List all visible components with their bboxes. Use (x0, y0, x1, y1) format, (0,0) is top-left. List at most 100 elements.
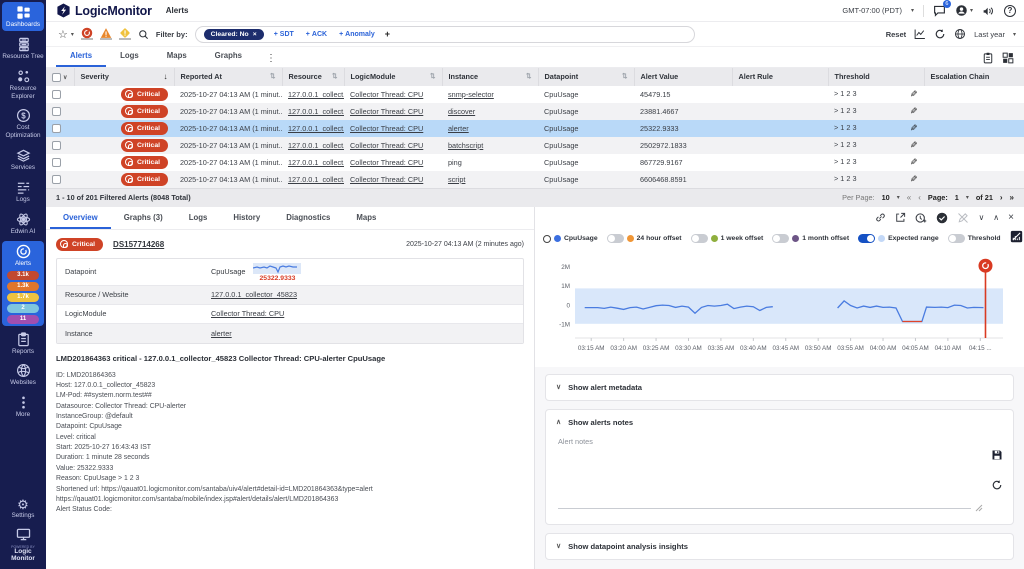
refresh-notes-icon[interactable] (991, 479, 1003, 491)
alert-id-link[interactable]: DS157714268 (113, 240, 164, 249)
messages-button[interactable]: 6 (933, 0, 951, 17)
row-checkbox[interactable] (52, 174, 61, 184)
sort-icon[interactable]: ⇅ (622, 72, 627, 80)
series-radio[interactable] (543, 234, 551, 243)
toggle-switch[interactable] (690, 234, 708, 244)
time-range-caret-icon[interactable]: ▾ (1013, 31, 1016, 38)
refresh-icon[interactable] (934, 28, 946, 40)
report-clipboard-icon[interactable] (982, 52, 994, 64)
column-header-logicmodule[interactable]: LogicModule ⇅ (344, 68, 443, 86)
instance-link[interactable]: snmp-selector (448, 90, 494, 99)
collapse-icon[interactable]: ∧ (993, 213, 999, 222)
help-button[interactable]: ? (1004, 4, 1016, 17)
sort-desc-icon[interactable]: ↓ (164, 72, 168, 81)
resize-handle-icon[interactable] (975, 504, 983, 512)
sort-icon[interactable]: ⇅ (526, 72, 531, 80)
tab-logs[interactable]: Logs (106, 47, 153, 67)
filter-input-area[interactable]: Cleared: No × + SDT + ACK + Anomaly + (194, 25, 695, 43)
alert-row-script[interactable]: Critical 2025-10-27 04:13 AM (1 minut... 1… (46, 170, 1024, 188)
edit-threshold-icon[interactable]: ✎ (910, 157, 918, 168)
toggle-switch[interactable] (858, 234, 876, 244)
favorite-star-icon[interactable]: ☆ (58, 28, 68, 41)
row-checkbox[interactable] (52, 140, 61, 150)
per-page-caret-icon[interactable]: ▾ (897, 194, 900, 201)
alert-count-badge[interactable]: 1.3k (7, 281, 39, 291)
logicmodule-link[interactable]: Collector Thread: CPU (350, 107, 423, 116)
column-header-resource[interactable]: Resource ⇅ (282, 68, 345, 86)
first-page-icon[interactable]: « (907, 193, 911, 202)
tabs-more-menu[interactable]: ⋮ (256, 53, 286, 67)
critical-filter-toggle[interactable] (80, 27, 93, 40)
detail-tab-graphs-3-[interactable]: Graphs (3) (111, 207, 176, 229)
edit-threshold-icon[interactable]: ✎ (910, 123, 918, 134)
chevron-down-icon[interactable]: ∨ (978, 213, 984, 222)
row-checkbox[interactable] (52, 106, 61, 116)
open-in-new-icon[interactable] (895, 212, 906, 223)
search-icon[interactable] (138, 29, 149, 40)
select-caret-icon[interactable]: ∨ (63, 75, 67, 81)
tab-alerts[interactable]: Alerts (56, 47, 107, 67)
detail-tab-maps[interactable]: Maps (343, 207, 389, 229)
cleared-filter-chip[interactable]: Cleared: No × (203, 28, 264, 40)
logicmodule-link[interactable]: Collector Thread: CPU (350, 124, 423, 133)
show-alert-metadata-toggle[interactable]: ∨ Show alert metadata (546, 375, 1013, 400)
show-datapoint-insights-toggle[interactable]: ∨ Show datapoint analysis insights (546, 534, 1013, 559)
account-button[interactable]: ▾ (955, 4, 973, 17)
sidebar-item-resource-explorer[interactable]: Resource Explorer (2, 66, 44, 103)
chart-container[interactable]: 2M 1M 0 -1M 03:15 AM 03:20 AM 03:25 AM 03:30 AM… (535, 250, 1024, 367)
timezone-selector[interactable]: GMT-07:00 (PDT) (842, 6, 902, 15)
resource-link[interactable]: 127.0.0.1_collect... (288, 175, 344, 184)
alert-row-ping[interactable]: Critical 2025-10-27 04:13 AM (1 minut... 1… (46, 154, 1024, 171)
time-range-selector[interactable]: Last year (974, 30, 1005, 39)
alert-count-badge[interactable]: 11 (7, 314, 39, 324)
logicmodule-link[interactable]: Collector Thread: CPU (350, 90, 423, 99)
logicmodule-link[interactable]: Collector Thread: CPU (350, 158, 423, 167)
instance-link[interactable]: discover (448, 107, 475, 116)
logicmodule-link[interactable]: Collector Thread: CPU (350, 141, 423, 150)
info-value[interactable]: 127.0.0.1_collector_45823 (211, 290, 297, 299)
edit-threshold-icon[interactable]: ✎ (910, 174, 918, 185)
edit-disabled-icon[interactable] (957, 212, 969, 224)
alert-count-badge[interactable]: 2 (7, 303, 39, 313)
alert-row-discover[interactable]: Critical 2025-10-27 04:13 AM (1 minut... 1… (46, 102, 1024, 120)
sidebar-item-services[interactable]: Services (2, 145, 44, 174)
legend-1-week-offset[interactable]: 1 week offset (690, 234, 763, 244)
sidebar-item-remote-session[interactable] (2, 525, 44, 543)
sort-icon[interactable]: ⇅ (430, 72, 435, 80)
error-filter-toggle[interactable] (99, 27, 112, 40)
alert-notes-input[interactable] (558, 436, 971, 509)
sidebar-item-settings[interactable]: ⚙ Settings (2, 495, 44, 522)
link-icon[interactable] (875, 212, 886, 223)
resource-link[interactable]: 127.0.0.1_collect... (288, 90, 344, 99)
column-header-datapoint[interactable]: Datapoint ⇅ (538, 68, 635, 86)
edit-threshold-icon[interactable]: ✎ (910, 140, 918, 151)
sidebar-item-resource-tree[interactable]: Resource Tree (2, 34, 44, 63)
row-checkbox[interactable] (52, 123, 61, 133)
legend-1-month-offset[interactable]: 1 month offset (772, 234, 849, 244)
tab-maps[interactable]: Maps (153, 47, 201, 67)
announcements-button[interactable] (982, 5, 995, 17)
add-anomaly-filter[interactable]: + Anomaly (339, 31, 375, 38)
alert-row-snmp-selector[interactable]: Critical 2025-10-27 04:13 AM (1 minut... 1… (46, 86, 1024, 103)
detail-tab-logs[interactable]: Logs (176, 207, 221, 229)
per-page-value[interactable]: 10 (882, 193, 890, 202)
legend-24-hour-offset[interactable]: 24 hour offset (606, 234, 682, 244)
edit-threshold-icon[interactable]: ✎ (910, 89, 918, 100)
sort-icon[interactable]: ⇅ (270, 72, 275, 80)
row-checkbox[interactable] (52, 89, 61, 99)
sidebar-item-cost-optimization[interactable]: $ Cost Optimization (2, 105, 44, 142)
timezone-caret-icon[interactable]: ▾ (911, 7, 914, 14)
logicmodule-link[interactable]: Collector Thread: CPU (350, 175, 423, 184)
warning-filter-toggle[interactable] (118, 27, 131, 40)
toggle-switch[interactable] (947, 234, 965, 244)
schedule-sdt-icon[interactable] (915, 212, 927, 224)
sidebar-item-logs[interactable]: Logs (2, 177, 44, 206)
add-filter-button[interactable]: + (385, 29, 390, 39)
column-settings-icon[interactable] (1002, 52, 1014, 64)
favorites-caret-icon[interactable]: ▾ (71, 31, 74, 38)
alert-row-batchscript[interactable]: Critical 2025-10-27 04:13 AM (1 minut... 1… (46, 136, 1024, 154)
instance-link[interactable]: alerter (448, 124, 469, 133)
toggle-switch[interactable] (772, 234, 790, 244)
page-value[interactable]: 1 (955, 193, 959, 202)
select-all-checkbox[interactable] (52, 72, 61, 82)
